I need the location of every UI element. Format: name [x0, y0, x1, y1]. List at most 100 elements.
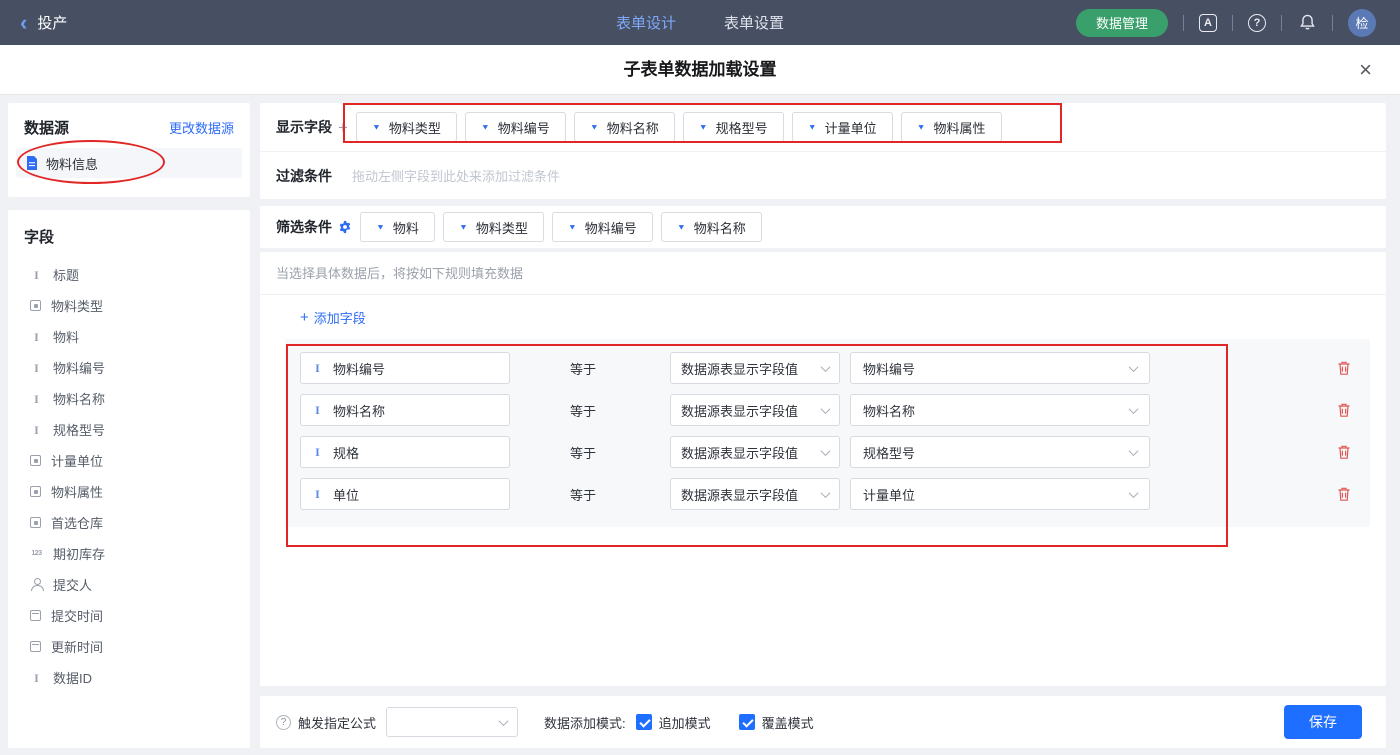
help-icon[interactable]: [1248, 14, 1266, 32]
add-display-field-icon[interactable]: [338, 119, 348, 136]
document-icon: [25, 156, 39, 170]
language-icon[interactable]: [1199, 14, 1217, 32]
rule-target-field[interactable]: 物料编号: [300, 352, 510, 384]
avatar[interactable]: 检: [1348, 9, 1376, 37]
rule-target-label: 物料名称: [333, 401, 385, 420]
screen-condition-tag[interactable]: 物料名称: [661, 212, 762, 242]
datasource-item[interactable]: 物料信息: [16, 148, 242, 178]
field-item-label: 标题: [53, 265, 79, 284]
trash-icon: [1336, 360, 1352, 376]
rule-target-field[interactable]: 物料名称: [300, 394, 510, 426]
caret-down-icon: [568, 223, 577, 232]
question-circle-icon[interactable]: [276, 715, 291, 730]
field-type-icon: [30, 547, 43, 560]
bell-icon[interactable]: [1297, 13, 1317, 33]
mode-checkbox[interactable]: 覆盖模式: [739, 713, 814, 732]
field-item[interactable]: 数据ID: [8, 662, 250, 693]
datasource-panel: 数据源 更改数据源 物料信息: [8, 103, 250, 197]
rule-source-type-select[interactable]: 数据源表显示字段值: [670, 394, 840, 426]
field-item-label: 提交人: [53, 575, 92, 594]
field-item-label: 物料属性: [51, 482, 103, 501]
display-field-tag[interactable]: 物料名称: [574, 112, 675, 142]
rule-source-field-select[interactable]: 计量单位: [850, 478, 1150, 510]
rule-row: 规格 等于 数据源表显示字段值 规格型号: [285, 436, 1370, 468]
display-field-tag[interactable]: 物料编号: [465, 112, 566, 142]
field-item[interactable]: 计量单位: [8, 445, 250, 476]
gear-icon[interactable]: [338, 220, 352, 234]
rule-source-type-select[interactable]: 数据源表显示字段值: [670, 352, 840, 384]
save-button[interactable]: 保存: [1284, 705, 1362, 739]
filter-dropzone[interactable]: 拖动左侧字段到此处来添加过滤条件: [352, 166, 1370, 185]
formula-select[interactable]: [386, 707, 518, 737]
app-title: 投产: [37, 12, 67, 33]
rule-source-type-select[interactable]: 数据源表显示字段值: [670, 478, 840, 510]
checkbox-icon[interactable]: [739, 714, 755, 730]
display-field-tag[interactable]: 规格型号: [683, 112, 784, 142]
delete-rule-button[interactable]: [1336, 401, 1352, 419]
display-field-tag[interactable]: 计量单位: [792, 112, 893, 142]
rule-row: 单位 等于 数据源表显示字段值 计量单位: [285, 478, 1370, 510]
topbar-tabs: 表单设计 表单设置: [616, 12, 784, 33]
screen-condition-tag[interactable]: 物料类型: [443, 212, 544, 242]
checkbox-label: 覆盖模式: [762, 713, 814, 732]
close-icon[interactable]: ×: [1359, 59, 1372, 81]
field-list: 标题 物料类型 物料 物料编号: [8, 259, 250, 693]
change-datasource-link[interactable]: 更改数据源: [169, 118, 234, 137]
field-item[interactable]: 物料类型: [8, 290, 250, 321]
caret-down-icon: [372, 123, 381, 132]
rule-source-field-select[interactable]: 物料名称: [850, 394, 1150, 426]
field-item[interactable]: 期初库存: [8, 538, 250, 569]
caret-down-icon: [459, 223, 468, 232]
tag-label: 物料名称: [607, 118, 659, 137]
field-item[interactable]: 物料属性: [8, 476, 250, 507]
field-type-icon: [30, 423, 43, 436]
filter-condition-row: 过滤条件 拖动左侧字段到此处来添加过滤条件: [260, 151, 1386, 199]
delete-rule-button[interactable]: [1336, 485, 1352, 503]
delete-rule-button[interactable]: [1336, 443, 1352, 461]
field-item[interactable]: 更新时间: [8, 631, 250, 662]
topbar-tab[interactable]: 表单设计: [616, 12, 676, 33]
fill-rules-panel: 当选择具体数据后，将按如下规则填充数据 添加字段 物料编号 等于 数据源表显示字…: [260, 252, 1386, 686]
topbar-back[interactable]: 投产: [20, 12, 67, 34]
field-item[interactable]: 物料: [8, 321, 250, 352]
fields-panel: 字段 标题 物料类型 物料: [8, 210, 250, 748]
topbar-tab[interactable]: 表单设置: [724, 12, 784, 33]
plus-icon: [300, 310, 309, 325]
tag-label: 物料类型: [389, 118, 441, 137]
display-fields-row: 显示字段 物料类型 物料编号: [260, 103, 1386, 151]
field-type-icon: [30, 486, 41, 497]
rule-source-field-select[interactable]: 规格型号: [850, 436, 1150, 468]
rule-source-type-select[interactable]: 数据源表显示字段值: [670, 436, 840, 468]
data-manage-button[interactable]: 数据管理: [1076, 9, 1168, 37]
field-item[interactable]: 首选仓库: [8, 507, 250, 538]
add-field-label: 添加字段: [314, 308, 366, 327]
screen-condition-tag[interactable]: 物料编号: [552, 212, 653, 242]
checkbox-icon[interactable]: [636, 714, 652, 730]
add-field-button[interactable]: 添加字段: [300, 308, 366, 327]
delete-rule-button[interactable]: [1336, 359, 1352, 377]
screen-condition-tag[interactable]: 物料: [360, 212, 435, 242]
display-field-tag[interactable]: 物料属性: [901, 112, 1002, 142]
back-icon[interactable]: [20, 12, 27, 34]
field-item[interactable]: 提交人: [8, 569, 250, 600]
field-item-label: 提交时间: [51, 606, 103, 625]
rule-target-field[interactable]: 规格: [300, 436, 510, 468]
field-type-icon: [30, 361, 43, 374]
tag-label: 物料类型: [476, 218, 528, 237]
mode-checkbox[interactable]: 追加模式: [636, 713, 711, 732]
field-item[interactable]: 提交时间: [8, 600, 250, 631]
page: 投产 表单设计 表单设置 数据管理 检 子表单数据加载设置 ×: [0, 0, 1400, 755]
rule-source-field-select[interactable]: 物料编号: [850, 352, 1150, 384]
field-item[interactable]: 标题: [8, 259, 250, 290]
field-type-icon: [30, 641, 41, 652]
field-type-icon: [30, 455, 41, 466]
field-item[interactable]: 规格型号: [8, 414, 250, 445]
field-item[interactable]: 物料名称: [8, 383, 250, 414]
rule-source-field-value: 计量单位: [863, 485, 915, 504]
display-field-tag[interactable]: 物料类型: [356, 112, 457, 142]
rule-target-field[interactable]: 单位: [300, 478, 510, 510]
field-item[interactable]: 物料编号: [8, 352, 250, 383]
screen-condition-panel: 筛选条件 物料 物料类型: [260, 206, 1386, 248]
divider: [1232, 15, 1233, 31]
topbar-actions: 数据管理 检: [1076, 9, 1376, 37]
